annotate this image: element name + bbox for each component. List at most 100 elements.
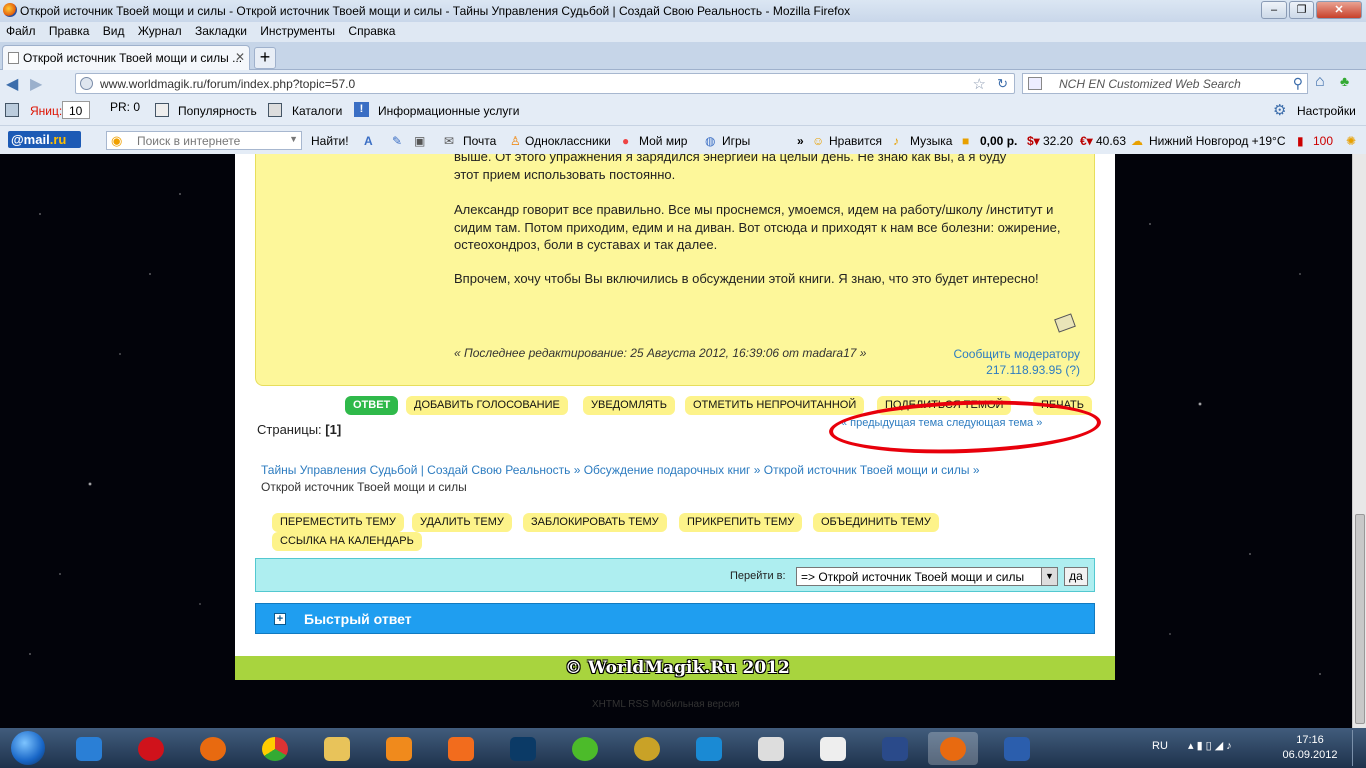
chrome-icon[interactable] [250, 732, 300, 765]
firefox-taskbar-icon[interactable] [188, 732, 238, 765]
highlight-icon[interactable]: ✎ [392, 134, 402, 148]
url-bar[interactable]: www.worldmagik.ru/forum/index.php?topic=… [75, 73, 1015, 94]
odnoklassniki-icon: ♙ [510, 134, 521, 148]
menu-edit[interactable]: Правка [49, 24, 90, 38]
quick-reply-header[interactable]: + Быстрый ответ [255, 603, 1095, 634]
catalogs-menu[interactable]: Каталоги [292, 104, 342, 118]
menu-bookmarks[interactable]: Закладки [195, 24, 247, 38]
more-chevron[interactable]: » [797, 134, 804, 148]
opera-icon[interactable] [126, 732, 176, 765]
font-app-icon[interactable] [746, 732, 796, 765]
minimize-button[interactable]: – [1261, 1, 1287, 19]
add-poll-button[interactable]: ДОБАВИТЬ ГОЛОСОВАНИЕ [406, 396, 568, 415]
scrollbar-thumb[interactable] [1355, 514, 1365, 724]
menu-view[interactable]: Вид [103, 24, 125, 38]
report-moderator-link[interactable]: Сообщить модератору [953, 346, 1080, 362]
reload-icon[interactable]: ↻ [997, 76, 1008, 92]
back-icon[interactable]: ◀ [6, 74, 18, 94]
txt-app-icon[interactable] [684, 732, 734, 765]
ie-icon[interactable] [64, 732, 114, 765]
quote-icon[interactable] [1054, 313, 1076, 333]
info-services-menu[interactable]: Информационные услуги [378, 104, 519, 118]
music-link[interactable]: Музыка [910, 134, 952, 148]
find-button[interactable]: Найти! [311, 134, 349, 148]
footer-links[interactable]: XHTML RSS Мобильная версия [592, 699, 740, 710]
search-engine-icon[interactable] [1028, 77, 1042, 90]
likes-link[interactable]: Нравится [829, 134, 882, 148]
reply-button[interactable]: ОТВЕТ [345, 396, 399, 415]
screenshot-icon[interactable]: ▣ [414, 134, 425, 148]
mailru-logo[interactable]: @mail.ru [8, 131, 81, 148]
expand-icon[interactable]: + [274, 613, 286, 625]
bookmark-star-icon[interactable]: ☆ [973, 75, 986, 93]
weather-link[interactable]: Нижний Новгород +19°С [1149, 134, 1286, 148]
myworld-link[interactable]: Мой мир [639, 134, 687, 148]
jump-select[interactable]: => Открой источник Твоей мощи и силы ▼ [796, 567, 1058, 586]
settings-menu[interactable]: Настройки [1297, 104, 1356, 118]
mark-unread-button[interactable]: ОТМЕТИТЬ НЕПРОЧИТАННОЙ [685, 396, 865, 415]
chevron-down-icon[interactable]: ▼ [1041, 568, 1057, 585]
toolbar-menu-icon[interactable] [5, 103, 19, 117]
menu-help[interactable]: Справка [348, 24, 395, 38]
tab-close-icon[interactable]: ✕ [235, 50, 245, 64]
close-button[interactable]: ✕ [1316, 1, 1362, 19]
gear-icon[interactable]: ⚙ [1273, 101, 1286, 119]
save-app-icon[interactable] [870, 732, 920, 765]
money-balance[interactable]: 0,00 р. [980, 134, 1017, 148]
search-box[interactable]: NCH EN Customized Web Search ⚲ [1022, 73, 1308, 94]
maximize-button[interactable]: ❐ [1289, 1, 1314, 19]
tab-active[interactable]: Открой источник Твоей мощи и силы ... ✕ [2, 45, 250, 70]
delete-topic-button[interactable]: УДАЛИТЬ ТЕМУ [412, 513, 512, 532]
messenger-icon[interactable] [622, 732, 672, 765]
explorer-icon[interactable] [312, 732, 362, 765]
page-icon [8, 52, 19, 64]
mail-link[interactable]: Почта [463, 134, 496, 148]
move-topic-button[interactable]: ПЕРЕМЕСТИТЬ ТЕМУ [272, 513, 404, 532]
poster-ip[interactable]: 217.118.93.95 (?) [953, 362, 1080, 378]
odnoklassniki-link[interactable]: Одноклассники [525, 134, 611, 148]
pagination-label: Страницы: [257, 422, 326, 437]
addon-icon[interactable]: ♣ [1340, 73, 1349, 89]
myworld-icon: ● [622, 134, 630, 148]
menu-file[interactable]: Файл [6, 24, 36, 38]
green-app-icon[interactable] [560, 732, 610, 765]
menu-history[interactable]: Журнал [138, 24, 182, 38]
menu-tools[interactable]: Инструменты [260, 24, 335, 38]
traffic-count[interactable]: 100 [1313, 134, 1333, 148]
popularity-menu[interactable]: Популярность [178, 104, 257, 118]
eur-rate[interactable]: 40.63 [1096, 134, 1126, 148]
mailru-search-input[interactable]: ◉ Поиск в интернете ▼ [106, 131, 302, 150]
photoshop-icon[interactable] [498, 732, 548, 765]
cursor-app-icon[interactable] [808, 732, 858, 765]
sticky-topic-button[interactable]: ПРИКРЕПИТЬ ТЕМУ [679, 513, 803, 532]
font-size-icon[interactable]: A [364, 134, 373, 148]
notify-button[interactable]: УВЕДОМЛЯТЬ [583, 396, 675, 415]
home-icon[interactable]: ⌂ [1315, 73, 1325, 91]
jump-go-button[interactable]: да [1064, 567, 1088, 586]
tray-icons[interactable]: ▴ ▮ ▯ ◢ ♪ [1188, 739, 1232, 752]
calendar-link-button[interactable]: ССЫЛКА НА КАЛЕНДАРЬ [272, 532, 422, 551]
lock-topic-button[interactable]: ЗАБЛОКИРОВАТЬ ТЕМУ [523, 513, 667, 532]
usd-rate[interactable]: 32.20 [1043, 134, 1073, 148]
media-player-icon[interactable] [374, 732, 424, 765]
vertical-scrollbar[interactable] [1352, 154, 1366, 728]
word-icon[interactable] [992, 732, 1042, 765]
search-icon[interactable]: ⚲ [1293, 75, 1303, 92]
games-link[interactable]: Игры [722, 134, 750, 148]
breadcrumb-topic[interactable]: Открой источник Твоей мощи и силы [764, 463, 970, 477]
clock[interactable]: 17:16 06.09.2012 [1280, 733, 1340, 763]
firefox-active-icon[interactable] [928, 732, 978, 765]
site-identity-icon[interactable] [80, 77, 93, 90]
app-icon[interactable] [436, 732, 486, 765]
forward-icon[interactable]: ▶ [30, 74, 42, 94]
eur-icon: €▾ [1080, 134, 1093, 148]
language-indicator[interactable]: RU [1152, 740, 1168, 752]
toolbar-gear-icon[interactable]: ✺ [1346, 134, 1356, 148]
chevron-down-icon[interactable]: ▼ [289, 134, 298, 144]
merge-topic-button[interactable]: ОБЪЕДИНИТЬ ТЕМУ [813, 513, 939, 532]
breadcrumb-forum[interactable]: Тайны Управления Судьбой | Создай Свою Р… [261, 463, 570, 477]
new-tab-button[interactable]: + [254, 47, 276, 69]
breadcrumb-board[interactable]: Обсуждение подарочных книг [584, 463, 751, 477]
start-button[interactable] [2, 728, 54, 768]
show-desktop-button[interactable] [1352, 730, 1364, 766]
